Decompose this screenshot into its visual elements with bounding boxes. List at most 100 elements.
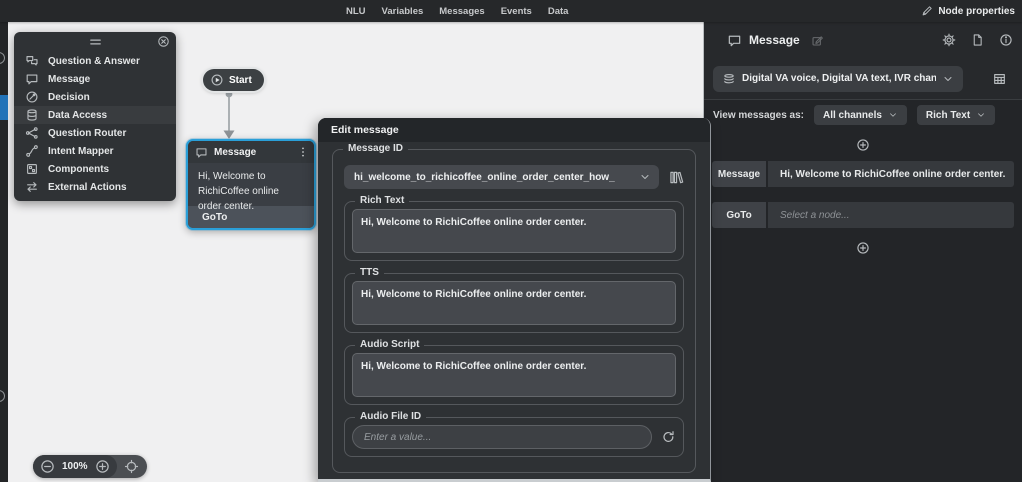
audio-script-group: Audio Script Hi, Welcome to RichiCoffee … bbox=[344, 345, 684, 405]
message-icon bbox=[195, 146, 208, 159]
palette-item-question-answer[interactable]: Question & Answer bbox=[14, 52, 176, 70]
tab-nlu[interactable]: NLU bbox=[346, 6, 366, 17]
palette-item-question-router[interactable]: Question Router bbox=[14, 124, 176, 142]
message-node[interactable]: Message Hi, Welcome to RichiCoffee onlin… bbox=[186, 139, 316, 230]
goto-row-value[interactable]: Select a node... bbox=[768, 202, 1014, 228]
modal-title: Edit message bbox=[318, 118, 710, 142]
node-palette: Question & Answer Message Decision Data … bbox=[14, 32, 176, 201]
rail-button-icon[interactable] bbox=[0, 390, 5, 402]
message-id-select[interactable]: hi_welcome_to_richicoffee_online_order_c… bbox=[344, 165, 659, 189]
tts-group: TTS Hi, Welcome to RichiCoffee online or… bbox=[344, 273, 684, 333]
zoom-in-button[interactable] bbox=[95, 459, 110, 474]
goto-row: GoTo Select a node... bbox=[712, 202, 1014, 228]
tts-label: TTS bbox=[355, 267, 384, 278]
node-properties-label: Node properties bbox=[938, 6, 1015, 17]
connector-arrow bbox=[213, 88, 245, 144]
add-message-below[interactable] bbox=[704, 236, 1022, 260]
question-router-icon bbox=[25, 126, 39, 140]
target-icon bbox=[124, 459, 139, 474]
tab-variables[interactable]: Variables bbox=[382, 6, 424, 17]
palette-item-external-actions[interactable]: External Actions bbox=[14, 178, 176, 196]
node-properties-toggle[interactable]: Node properties bbox=[921, 0, 1015, 22]
tab-data[interactable]: Data bbox=[548, 6, 569, 17]
channels-icon bbox=[722, 72, 736, 86]
audio-script-input[interactable]: Hi, Welcome to RichiCoffee online order … bbox=[352, 353, 676, 397]
channel-select[interactable]: Digital VA voice, Digital VA text, IVR c… bbox=[713, 66, 963, 92]
chevron-down-icon bbox=[976, 110, 986, 120]
palette-item-label: Question Router bbox=[48, 128, 126, 139]
tts-input[interactable]: Hi, Welcome to RichiCoffee online order … bbox=[352, 281, 676, 325]
top-bar: NLU Variables Messages Events Data Node … bbox=[0, 0, 1022, 22]
tab-events[interactable]: Events bbox=[501, 6, 532, 17]
rail-active-item[interactable] bbox=[0, 95, 8, 120]
message-id-value: hi_welcome_to_richicoffee_online_order_c… bbox=[354, 172, 639, 183]
palette-item-components[interactable]: Components bbox=[14, 160, 176, 178]
palette-item-label: Decision bbox=[48, 92, 90, 103]
edit-title-icon[interactable] bbox=[811, 34, 824, 47]
message-icon bbox=[25, 72, 39, 86]
zoom-level: 100% bbox=[62, 461, 88, 472]
channel-select-row: Digital VA voice, Digital VA text, IVR c… bbox=[704, 58, 1022, 99]
center-canvas-button[interactable] bbox=[117, 459, 147, 474]
plus-circle-icon bbox=[856, 241, 870, 255]
gear-icon[interactable] bbox=[942, 33, 956, 47]
intent-mapper-icon bbox=[25, 144, 39, 158]
start-node[interactable]: Start bbox=[203, 69, 264, 91]
message-node-title: Message bbox=[214, 147, 291, 158]
info-icon[interactable] bbox=[999, 33, 1013, 47]
message-id-label: Message ID bbox=[343, 143, 408, 154]
top-tabs: NLU Variables Messages Events Data bbox=[346, 0, 568, 22]
edit-message-modal: Edit message Message ID hi_welcome_to_ri… bbox=[318, 118, 711, 482]
palette-item-decision[interactable]: Decision bbox=[14, 88, 176, 106]
goto-row-key[interactable]: GoTo bbox=[712, 202, 766, 228]
rich-text-input[interactable]: Hi, Welcome to RichiCoffee online order … bbox=[352, 209, 676, 253]
pencil-icon bbox=[921, 5, 933, 17]
chevron-down-icon bbox=[639, 171, 651, 183]
palette-item-data-access[interactable]: Data Access bbox=[14, 106, 176, 124]
message-row-value[interactable]: Hi, Welcome to RichiCoffee online order … bbox=[768, 161, 1014, 187]
palette-item-message[interactable]: Message bbox=[14, 70, 176, 88]
components-icon bbox=[25, 162, 39, 176]
message-node-body: Hi, Welcome to RichiCoffee online order … bbox=[188, 163, 314, 206]
audio-file-id-input[interactable] bbox=[352, 425, 652, 449]
palette-item-label: External Actions bbox=[48, 182, 127, 193]
library-icon[interactable] bbox=[668, 170, 684, 185]
zoom-control-main: 100% bbox=[33, 455, 117, 478]
left-rail bbox=[0, 22, 8, 482]
decision-icon bbox=[25, 90, 39, 104]
palette-item-label: Data Access bbox=[48, 110, 107, 121]
message-row: Message Hi, Welcome to RichiCoffee onlin… bbox=[712, 161, 1014, 187]
panel-top-section: Message bbox=[704, 22, 1022, 100]
channel-filter-value: All channels bbox=[823, 110, 882, 121]
chevron-down-icon bbox=[942, 73, 954, 85]
audio-script-label: Audio Script bbox=[355, 339, 424, 350]
add-message-above[interactable] bbox=[704, 133, 1022, 157]
app-screen: Start Message Hi, Welcome to RichiCoffee… bbox=[0, 0, 1022, 482]
kebab-menu-icon[interactable] bbox=[297, 146, 309, 158]
drag-handle-icon[interactable] bbox=[88, 36, 103, 48]
document-icon[interactable] bbox=[971, 33, 984, 47]
rail-button-icon[interactable] bbox=[0, 52, 5, 64]
palette-item-label: Components bbox=[48, 164, 109, 175]
channel-select-value: Digital VA voice, Digital VA text, IVR c… bbox=[742, 73, 936, 84]
question-answer-icon bbox=[25, 54, 39, 68]
start-node-label: Start bbox=[229, 75, 252, 86]
chevron-down-icon bbox=[888, 110, 898, 120]
tab-messages[interactable]: Messages bbox=[439, 6, 484, 17]
message-row-key[interactable]: Message bbox=[712, 161, 766, 187]
zoom-out-button[interactable] bbox=[40, 459, 55, 474]
zoom-controls: 100% bbox=[33, 455, 147, 478]
palette-header[interactable] bbox=[14, 32, 176, 52]
message-id-group: Message ID hi_welcome_to_richicoffee_onl… bbox=[332, 149, 696, 473]
audio-file-id-group: Audio File ID bbox=[344, 417, 684, 457]
refresh-icon[interactable] bbox=[661, 430, 676, 445]
panel-title: Message bbox=[749, 33, 800, 47]
table-view-icon[interactable] bbox=[992, 72, 1007, 86]
message-icon bbox=[727, 33, 742, 48]
palette-item-intent-mapper[interactable]: Intent Mapper bbox=[14, 142, 176, 160]
channel-filter-dropdown[interactable]: All channels bbox=[814, 105, 907, 125]
view-messages-row: View messages as: All channels Rich Text bbox=[704, 100, 1022, 130]
close-icon[interactable] bbox=[157, 35, 170, 48]
rich-text-label: Rich Text bbox=[355, 195, 409, 206]
format-filter-dropdown[interactable]: Rich Text bbox=[917, 105, 995, 125]
